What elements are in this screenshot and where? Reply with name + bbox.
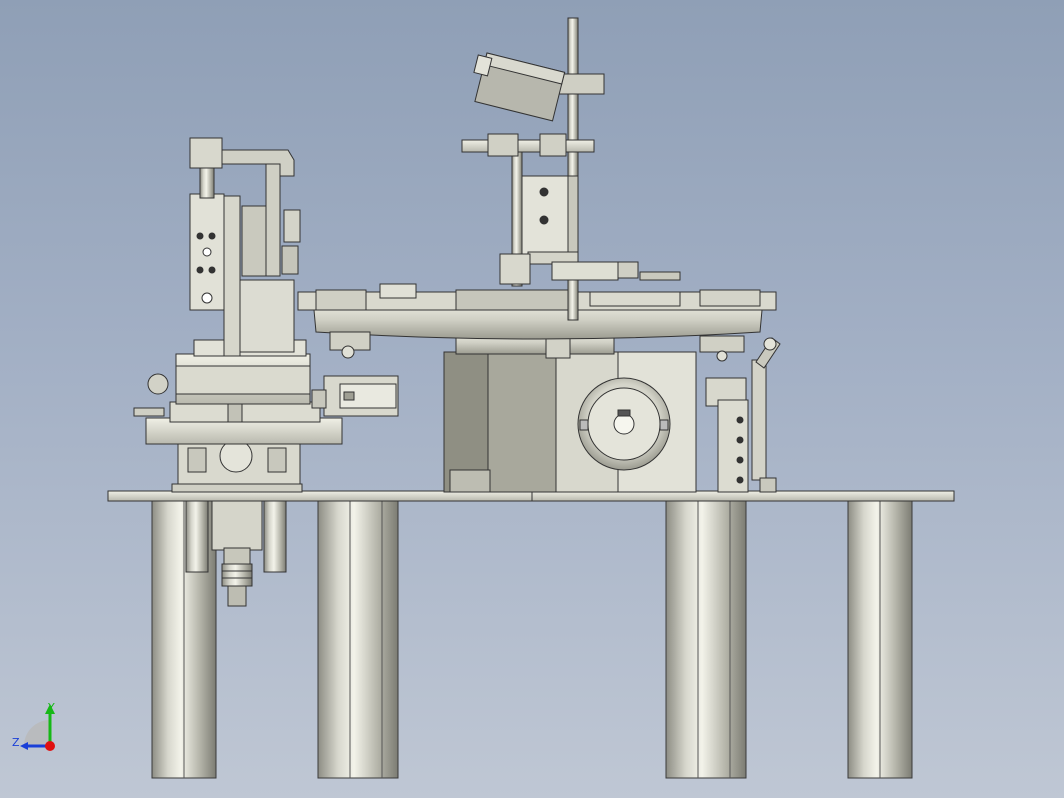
y-axis-label: Y bbox=[47, 701, 55, 714]
right-lever-mechanism bbox=[705, 337, 781, 493]
gearbox-housing bbox=[443, 321, 697, 493]
cad-model-drawing: Y Z bbox=[12, 17, 955, 779]
leg-3 bbox=[665, 499, 747, 779]
z-axis-label: Z bbox=[12, 736, 20, 749]
camera-mast bbox=[461, 17, 681, 321]
orientation-triad: Y Z bbox=[12, 701, 55, 751]
x-axis-point bbox=[45, 741, 55, 751]
cad-viewport[interactable]: Y Z bbox=[0, 0, 1064, 798]
leg-2 bbox=[317, 499, 399, 779]
